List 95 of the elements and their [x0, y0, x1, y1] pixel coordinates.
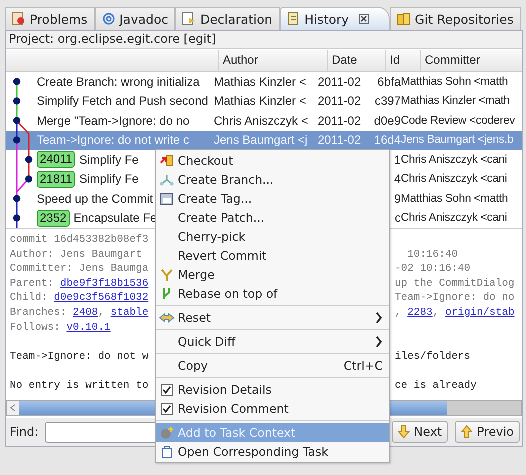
history-icon [286, 12, 301, 26]
view-tab[interactable]: History [280, 7, 390, 30]
committer-cell: Chris Aniszczyk <cani [401, 212, 508, 224]
id-cell: c397 [374, 94, 401, 108]
scroll-left-icon[interactable] [10, 404, 16, 412]
checkbox[interactable] [161, 402, 173, 414]
column-header[interactable]: Date [327, 50, 385, 71]
detail-line: Author: Jens Baumgart [10, 248, 144, 262]
menu-item[interactable]: Open Corresponding Task [156, 442, 389, 461]
menu-item[interactable]: Rebase on top of [156, 284, 389, 303]
commit-message: Team->Ignore: do not write c [37, 133, 190, 148]
document-icon [182, 12, 196, 26]
menu-item[interactable]: Checkout [156, 151, 389, 170]
detail-line: 10:16:40 [406, 248, 460, 262]
commit-message: Simplify Fetch and Push second [37, 94, 208, 108]
detail-line: , 2283, origin/stab [395, 306, 516, 321]
date-cell: 2011-02 [318, 114, 362, 128]
commit-message: Speed up the Commit [37, 192, 154, 206]
tag-icon [160, 192, 174, 206]
review-badge: 21811 [37, 170, 76, 188]
date-cell: 2011-02 [318, 74, 362, 89]
menu-item[interactable]: Create Patch... [156, 208, 389, 227]
author-cell: Jens Baumgart <j [214, 133, 308, 148]
id-cell: 9 [394, 192, 401, 206]
view-tab[interactable]: Javadoc [94, 7, 176, 30]
down-arrow-icon [398, 425, 410, 439]
menu-item[interactable]: Revision Details [156, 380, 389, 399]
id-cell: 6bfa [378, 74, 401, 89]
author-cell: Mathias Kinzler < [214, 94, 306, 108]
merge-icon [160, 268, 174, 282]
detail-line: Committer: Jens Baumga [10, 262, 150, 277]
menu-item[interactable]: Quick Diff [156, 332, 389, 351]
repository-icon [397, 12, 412, 26]
branch-icon [160, 172, 174, 186]
committer-cell: Chris Aniszczyk <cani [401, 173, 508, 186]
committer-cell: Chris Aniszczyk <cani [401, 154, 508, 166]
detail-line: No entry is written to [10, 378, 150, 394]
detail-line: Child: d0e9c3f568f1032 [10, 291, 150, 306]
menu-item[interactable]: Merge [156, 265, 389, 284]
menu-item[interactable]: Revert Commit [156, 246, 389, 265]
committer-cell: Jens Baumgart <jens.b [401, 134, 514, 146]
commit-message: Simplify Fe [79, 152, 139, 167]
up-arrow-icon [461, 425, 474, 439]
shortcut-label: Ctrl+C [344, 358, 383, 372]
id-cell: 4 [394, 172, 401, 186]
close-icon[interactable] [359, 14, 370, 24]
view-tab[interactable]: Problems [5, 7, 95, 30]
detail-line: Branches: 2408, stable [10, 306, 150, 321]
commit-message: Simplify Fe [79, 172, 139, 186]
author-cell: Chris Aniszczyk < [214, 114, 308, 128]
id-cell: 1 [394, 152, 401, 167]
reset-icon [159, 312, 175, 324]
task-icon [160, 444, 174, 458]
detail-line: Team->Ignore: do no [395, 291, 516, 306]
menu-item[interactable]: Create Tag... [156, 189, 389, 208]
menu-item[interactable]: Revision Comment [156, 399, 389, 418]
review-badge: 2352 [37, 210, 70, 227]
committer-cell: Code Review <coderev [401, 114, 516, 127]
find-button[interactable]: Previo [455, 421, 520, 443]
committer-cell: Mathias Kinzler <math [401, 95, 510, 108]
menu-item[interactable]: Copy Ctrl+C [156, 356, 389, 375]
commit-message: Create Branch: wrong initializa [37, 74, 200, 89]
detail-line: Parent: dbe9f3f18b1536 [10, 276, 150, 292]
menu-item[interactable]: Cherry-pick [156, 227, 389, 246]
detail-line: Follows: v0.10.1 [10, 320, 112, 336]
id-cell: c [395, 211, 401, 226]
detail-line: commit 16d453382b08ef3 [10, 233, 150, 248]
detail-line: Team->Ignore: do not w [10, 350, 150, 364]
menu-item[interactable]: Reset [156, 308, 389, 327]
checkout-icon [160, 154, 174, 168]
view-tab[interactable]: Git Repositories [390, 7, 521, 30]
find-label: Find: [10, 425, 39, 439]
project-label: Project: org.eclipse.egit.core [egit] [6, 31, 522, 49]
review-badge: 24011 [37, 151, 76, 168]
menu-item[interactable]: Create Branch... [156, 170, 389, 189]
id-cell: d0e9 [374, 114, 401, 128]
problems-icon [12, 12, 26, 26]
find-button[interactable]: Next [392, 421, 448, 443]
commit-message: Merge "Team->Ignore: do no [37, 114, 190, 128]
detail-line: ce is already [395, 378, 478, 394]
detail-line: up the CommitDialog [395, 276, 516, 292]
task-add-icon [160, 426, 174, 440]
detail-line: iles/folders [395, 350, 472, 364]
id-cell: 16d4 [374, 133, 401, 148]
view-tab[interactable]: Declaration [175, 7, 280, 30]
committer-cell: Matthias Sohn <matth [401, 76, 508, 88]
author-cell: Mathias Kinzler < [214, 74, 306, 89]
committer-cell: Matthias Sohn <matth [401, 192, 508, 205]
column-header[interactable]: Committer [420, 50, 522, 71]
date-cell: 2011-02 [318, 133, 362, 148]
column-header[interactable]: Id [385, 50, 420, 71]
checkbox[interactable] [161, 384, 173, 396]
column-header[interactable]: Author [218, 50, 327, 71]
detail-line: -02 10:16:40 [395, 262, 472, 277]
date-cell: 2011-02 [318, 94, 362, 108]
